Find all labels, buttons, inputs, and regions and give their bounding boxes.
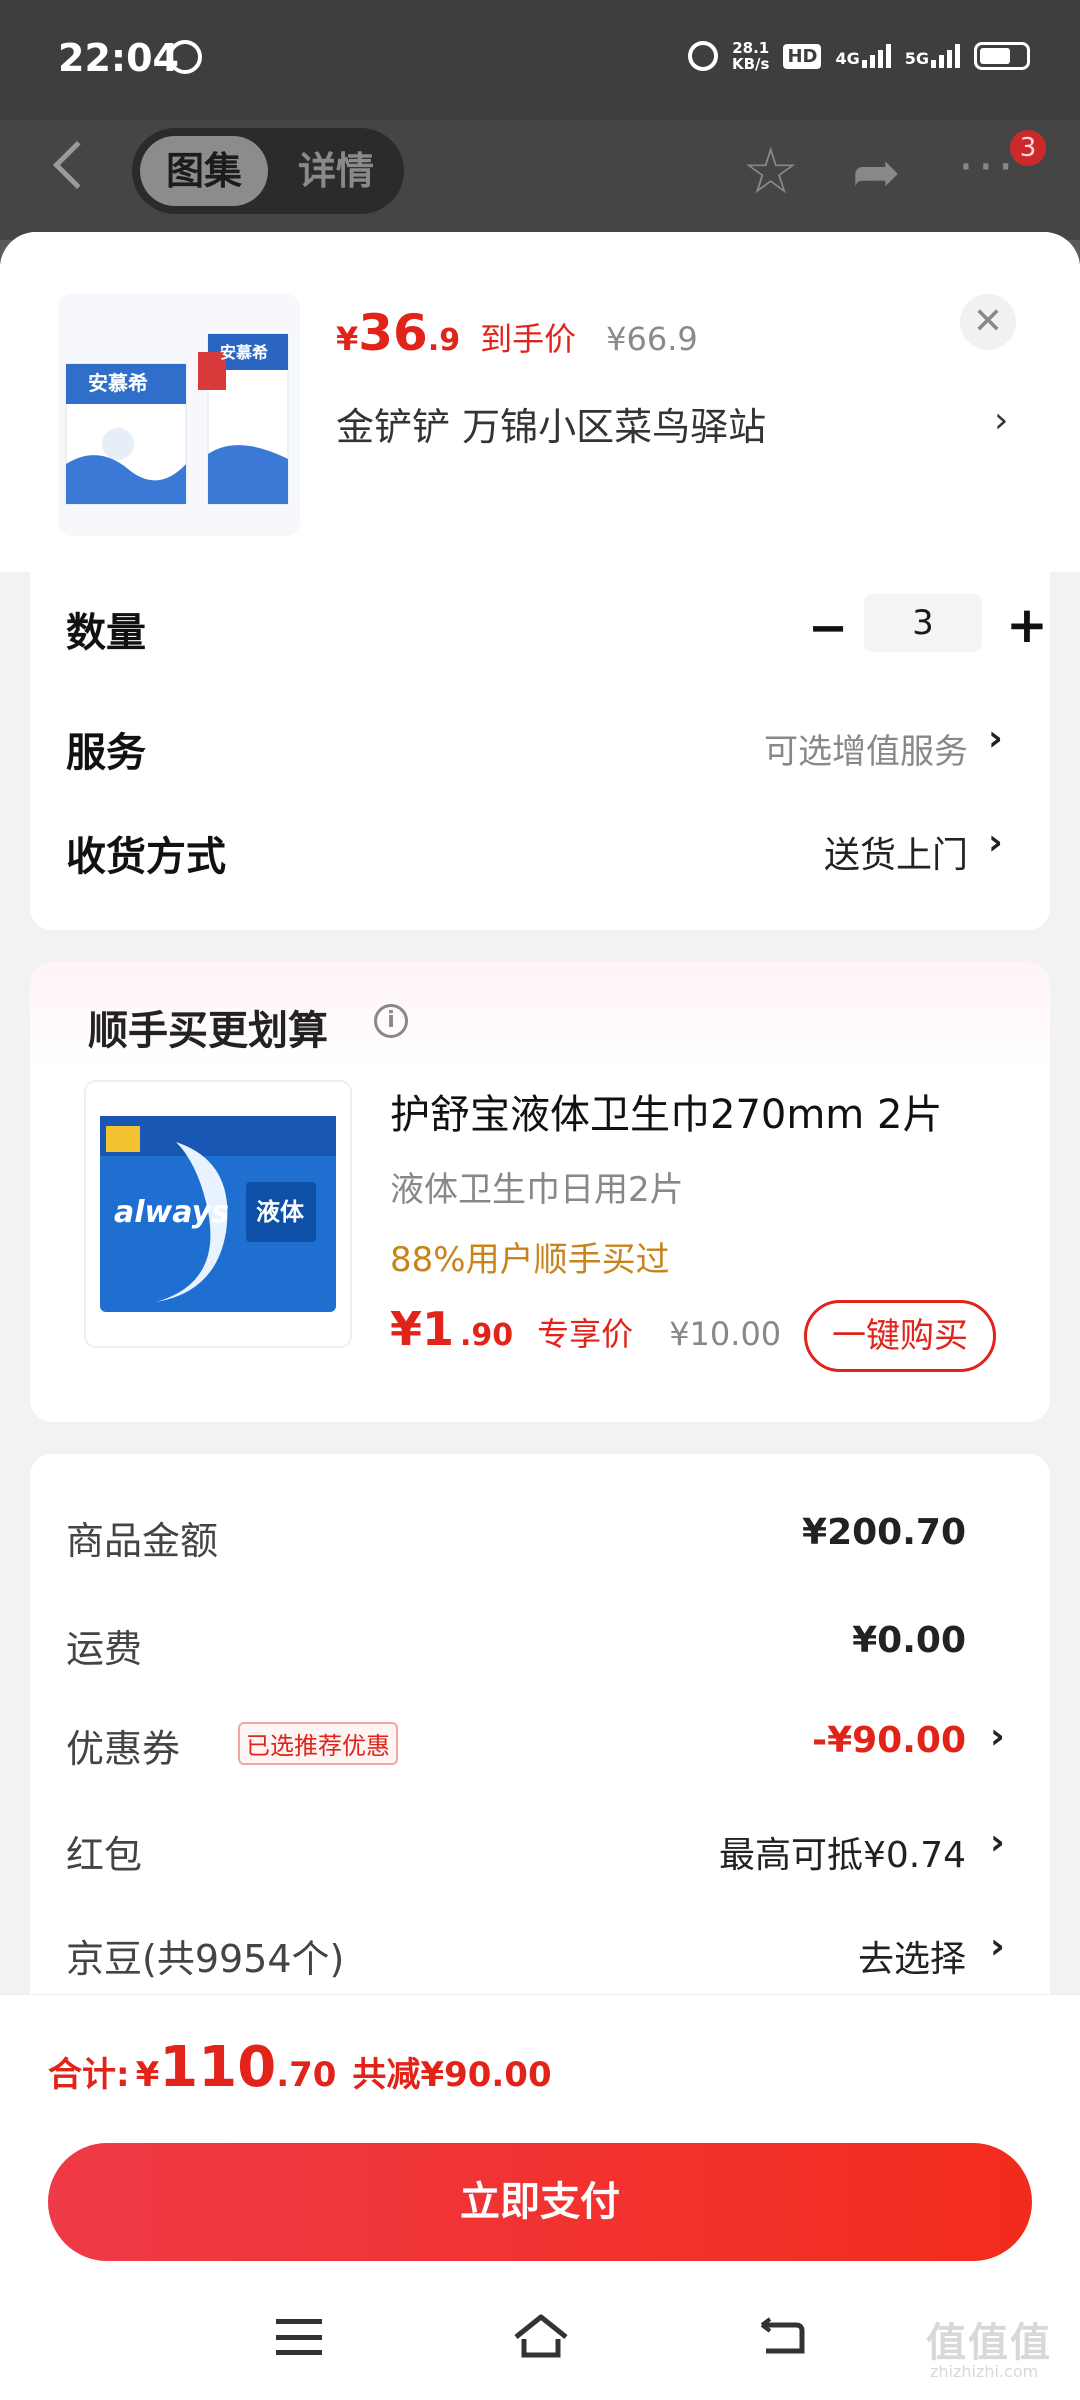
price-integer: 36 xyxy=(358,304,428,362)
jd-beans-value[interactable]: 去选择 xyxy=(858,1930,966,1982)
quantity-input[interactable]: 3 xyxy=(864,594,982,652)
watermark-logo: 值值值 xyxy=(926,2320,1052,2366)
info-icon[interactable]: i xyxy=(374,1004,408,1038)
chevron-right-icon[interactable]: › xyxy=(990,1822,1005,1863)
signal-5g-icon: 5G xyxy=(905,44,960,68)
chevron-right-icon[interactable]: › xyxy=(990,1716,1005,1757)
bundle-price-integer: ¥1 xyxy=(390,1302,455,1356)
bundle-title: 顺手买更划算 xyxy=(88,1008,328,1054)
product-header: 安慕希 安慕希 ¥ 36 .9 到手价 ¥66.9 ✕ 金铲铲 万锦小区菜鸟驿站… xyxy=(0,232,1080,572)
home-icon[interactable] xyxy=(512,2313,570,2359)
quantity-increase-button[interactable]: + xyxy=(1006,596,1048,654)
svg-text:安慕希: 安慕希 xyxy=(220,343,268,362)
quantity-decrease-button[interactable]: − xyxy=(808,600,848,656)
options-card: 数量 − 3 + 服务 可选增值服务 › 收货方式 送货上门 › xyxy=(30,572,1050,930)
bundle-price-decimal: .90 xyxy=(460,1318,514,1353)
price-decimal: .9 xyxy=(427,323,461,358)
close-icon[interactable]: ✕ xyxy=(960,294,1016,350)
notification-badge: 3 xyxy=(1010,130,1046,166)
bundle-product-name[interactable]: 护舒宝液体卫生巾270mm 2片 xyxy=(390,1082,942,1140)
price-tag: 到手价 xyxy=(480,320,577,358)
bundle-product-spec: 液体卫生巾日用2片 xyxy=(390,1170,684,1210)
one-click-buy-button[interactable]: 一键购买 xyxy=(804,1300,996,1372)
status-time: 22:04 xyxy=(58,36,179,80)
order-total: 合计: ¥ 110 .70 共减¥90.00 xyxy=(48,2035,552,2100)
pickup-station[interactable]: 金铲铲 万锦小区菜鸟驿站 xyxy=(336,396,766,451)
jd-beans-label: 京豆(共9954个) xyxy=(66,1937,345,1981)
back-nav-icon[interactable] xyxy=(756,2317,806,2357)
total-integer: 110 xyxy=(159,2035,277,2100)
bundle-price: ¥1 .90 专享价 ¥10.00 xyxy=(390,1302,781,1356)
menu-icon[interactable] xyxy=(276,2319,322,2355)
share-icon[interactable]: ➦ xyxy=(852,140,901,204)
tab-details[interactable]: 详情 xyxy=(272,136,400,206)
tab-switcher: 图集 详情 xyxy=(132,128,404,214)
status-bar: 22:04 28.1 KB/s HD 4G 5G xyxy=(0,0,1080,120)
original-price: ¥66.9 xyxy=(606,320,698,358)
pad-package-image: always 液体 xyxy=(86,1082,350,1346)
total-decimal: .70 xyxy=(276,2055,337,2095)
svg-text:液体: 液体 xyxy=(256,1198,305,1226)
chevron-right-icon[interactable]: › xyxy=(988,718,1003,759)
bundle-product-image[interactable]: always 液体 xyxy=(84,1080,352,1348)
service-value[interactable]: 可选增值服务 xyxy=(764,724,968,773)
chevron-right-icon[interactable]: › xyxy=(990,1926,1005,1967)
quantity-label: 数量 xyxy=(66,610,146,656)
red-packet-value[interactable]: 最高可抵¥0.74 xyxy=(719,1826,966,1878)
total-discount: 共减¥90.00 xyxy=(352,2055,552,2095)
goods-amount-value: ¥200.70 xyxy=(802,1512,966,1553)
status-indicators: 28.1 KB/s HD 4G 5G xyxy=(687,39,1030,73)
shipping-value: ¥0.00 xyxy=(852,1620,966,1661)
bundle-price-tag: 专享价 xyxy=(537,1315,634,1353)
service-label: 服务 xyxy=(66,730,146,776)
product-thumbnail: 安慕希 安慕希 xyxy=(58,294,300,536)
bundle-original-price: ¥10.00 xyxy=(669,1315,782,1353)
delivery-value[interactable]: 送货上门 xyxy=(824,826,968,878)
chevron-right-icon[interactable]: › xyxy=(994,400,1008,441)
more-icon[interactable]: ··· xyxy=(958,138,1018,196)
bundle-card: 顺手买更划算 i always 液体 护舒宝液体卫生巾270mm 2片 液体卫生… xyxy=(30,962,1050,1422)
shipping-label: 运费 xyxy=(66,1627,143,1671)
alarm-icon xyxy=(168,40,202,74)
price-yen: ¥ xyxy=(336,320,359,358)
watermark-url: zhizhizhi.com xyxy=(930,2362,1039,2381)
hd-icon: HD xyxy=(783,43,822,69)
red-packet-label: 红包 xyxy=(66,1833,143,1877)
tab-gallery[interactable]: 图集 xyxy=(140,136,268,206)
battery-icon xyxy=(974,42,1030,70)
alarm-icon xyxy=(687,41,718,71)
network-speed: 28.1 KB/s xyxy=(731,39,770,73)
chevron-right-icon[interactable]: › xyxy=(988,822,1003,863)
coupon-value[interactable]: -¥90.00 xyxy=(812,1720,966,1761)
coupon-label: 优惠券 xyxy=(66,1727,181,1771)
bundle-purchase-rate: 88%用户顺手买过 xyxy=(390,1240,670,1280)
coupon-selected-badge: 已选推荐优惠 xyxy=(238,1722,398,1765)
favorite-star-icon[interactable]: ☆ xyxy=(742,140,799,204)
delivery-label: 收货方式 xyxy=(66,834,226,880)
svg-text:安慕希: 安慕希 xyxy=(88,371,148,395)
signal-4g-icon: 4G xyxy=(835,44,891,68)
yogurt-package-image: 安慕希 安慕希 xyxy=(58,294,300,536)
product-price: ¥ 36 .9 到手价 ¥66.9 xyxy=(336,304,698,362)
checkout-footer: 合计: ¥ 110 .70 共减¥90.00 立即支付 xyxy=(0,1994,1080,2400)
total-label: 合计: xyxy=(48,2055,130,2095)
goods-amount-label: 商品金额 xyxy=(66,1519,219,1563)
total-yen: ¥ xyxy=(135,2055,160,2095)
pay-now-button[interactable]: 立即支付 xyxy=(48,2143,1032,2261)
svg-text:always: always xyxy=(114,1195,229,1230)
